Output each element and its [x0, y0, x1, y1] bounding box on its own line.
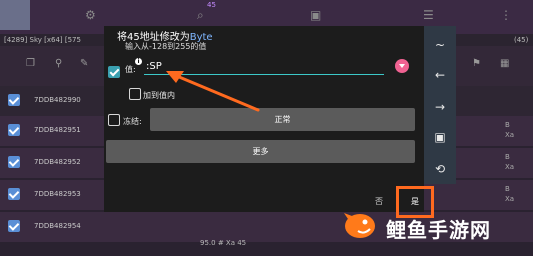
watermark-text: 鲤鱼手游网 — [386, 218, 491, 242]
annotation-arrow-line — [170, 72, 260, 112]
fish-logo-icon — [344, 213, 375, 238]
